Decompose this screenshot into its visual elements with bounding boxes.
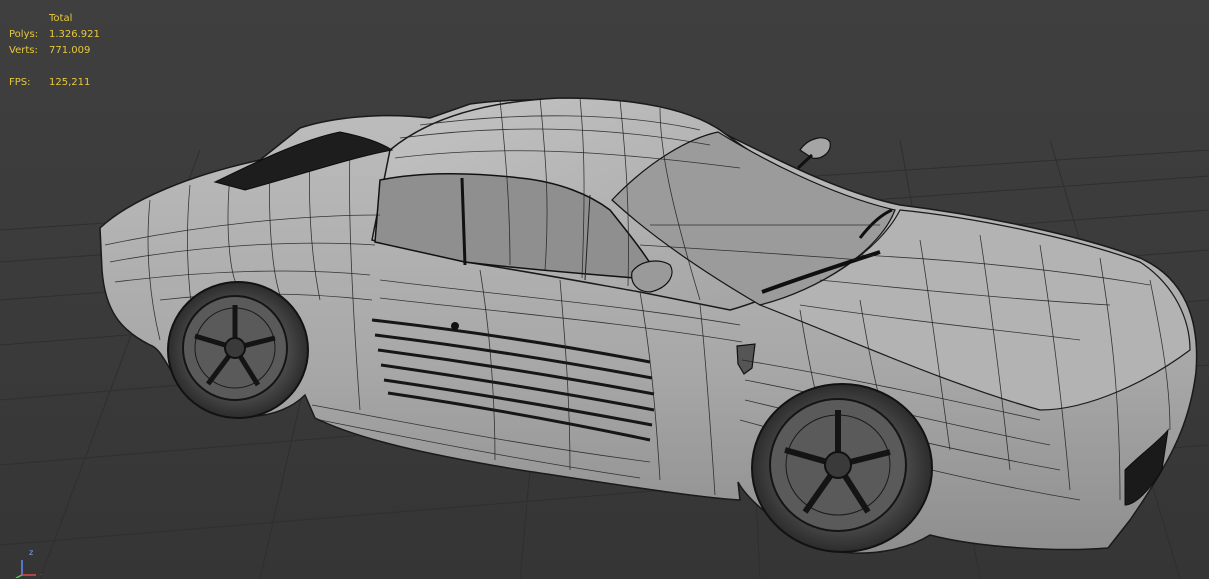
rear-wheel [167, 281, 309, 419]
far-side-mirror [799, 137, 831, 159]
door-handle [451, 322, 459, 330]
stats-row-verts: Verts: 771.009 [9, 43, 129, 59]
stats-row-fps: FPS: 125,211 [9, 75, 129, 91]
verts-value: 771.009 [49, 45, 91, 56]
perspective-viewport[interactable]: Total Polys: 1.326.921 Verts: 771.009 FP… [0, 0, 1209, 579]
verts-label: Verts: [9, 45, 38, 56]
viewport-scene[interactable] [0, 0, 1209, 579]
stats-column-header: Total [49, 13, 73, 24]
axis-gizmo: z · [10, 548, 52, 578]
fps-value: 125,211 [49, 77, 91, 88]
front-wheel [751, 383, 933, 553]
fps-label: FPS: [9, 77, 31, 88]
polys-label: Polys: [9, 29, 39, 40]
stats-row-polys: Polys: 1.326.921 [9, 27, 129, 43]
axis-y-line [15, 574, 23, 578]
axis-x-mark: · [40, 571, 42, 578]
polys-value: 1.326.921 [49, 29, 100, 40]
viewport-statistics: Total Polys: 1.326.921 Verts: 771.009 FP… [9, 11, 129, 91]
